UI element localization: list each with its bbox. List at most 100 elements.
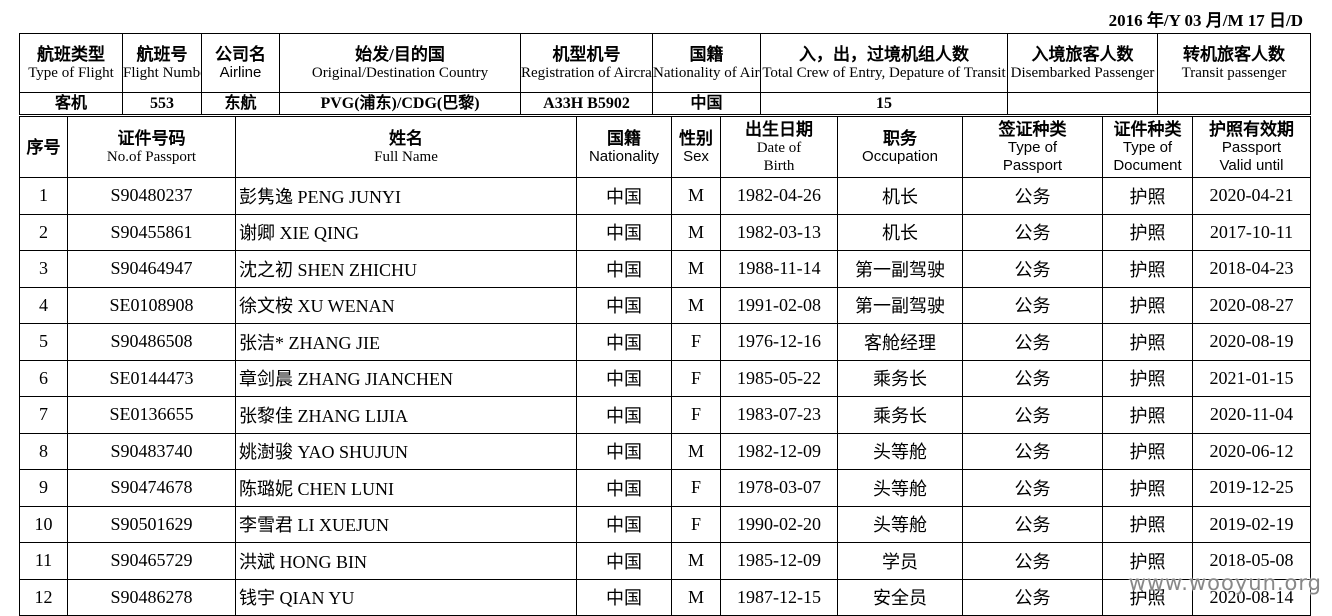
occupation-cell: 头等舱 [837,432,963,470]
document-type-cell: 护照 [1102,469,1193,507]
occupation-cell: 安全员 [837,578,963,616]
passport-number-cell: S90486278 [67,578,236,616]
visa-type-cell: 公务 [962,432,1103,470]
full-name-cell: 洪斌 HONG BIN [235,542,577,580]
full-name-cell: 张黎佳 ZHANG LIJIA [235,396,577,434]
passport-valid-cell: 2019-02-19 [1192,505,1311,543]
nationality-cell: 中国 [576,323,672,361]
document-type-cell: 护照 [1102,396,1193,434]
passport-number-cell: S90465729 [67,542,236,580]
airline-value: 东航 [201,92,280,115]
crew-rows: 1 S90480237 彭隽逸 PENG JUNYI 中国 M 1982-04-26 机长公… [19,177,1311,616]
full-name-cell: 李雪君 LI XUEJUN [235,505,577,543]
visa-type-cell: 公务 [962,505,1103,543]
passport-number-cell: SE0108908 [67,286,236,324]
occupation-cell: 头等舱 [837,505,963,543]
birth-date-cell: 1982-12-09 [720,432,838,470]
crew-row: 8 S90483740 姚澍骏 YAO SHUJUN 中国 M 1982-12-09 头等舱… [19,432,1311,470]
nationality-cell: 中国 [576,432,672,470]
index-cell: 12 [19,578,68,616]
nationality-cell: 中国 [576,469,672,507]
aircraft-nationality-header: 国籍Nationality of Aircraft [652,33,761,93]
index-cell: 1 [19,177,68,215]
disembarked-value [1007,92,1158,115]
flight-type-header: 航班类型 Type of Flight [19,33,123,93]
passport-valid-cell: 2017-10-11 [1192,213,1311,251]
aircraft-registration-value: A33H B5902 [520,92,653,115]
birth-date-cell: 1982-04-26 [720,177,838,215]
passport-valid-cell: 2018-04-23 [1192,250,1311,288]
index-cell: 9 [19,469,68,507]
crew-row: 7 SE0136655 张黎佳 ZHANG LIJIA 中国 F 1983-07-23 乘务… [19,396,1311,434]
nationality-cell: 中国 [576,578,672,616]
passport-number-cell: S90474678 [67,469,236,507]
passport-number-cell: S90501629 [67,505,236,543]
passport-valid-cell: 2020-08-19 [1192,323,1311,361]
occupation-cell: 第一副驾驶 [837,250,963,288]
index-cell: 11 [19,542,68,580]
crew-row: 9 S90474678 陈璐妮 CHEN LUNI 中国 F 1978-03-07 头等舱公… [19,469,1311,507]
watermark: www.wooyun.org [1128,571,1322,595]
index-cell: 5 [19,323,68,361]
nationality-cell: 中国 [576,542,672,580]
document-type-cell: 护照 [1102,359,1193,397]
sex-cell: F [671,469,721,507]
document-type-cell: 护照 [1102,213,1193,251]
nationality-cell: 中国 [576,505,672,543]
sex-cell: F [671,359,721,397]
visa-type-cell: 公务 [962,359,1103,397]
nationality-cell: 中国 [576,213,672,251]
occupation-cell: 机长 [837,213,963,251]
crew-row: 12 S90486278 钱宇 QIAN YU 中国 M 1987-12-15 安全员 公务护… [19,578,1311,616]
index-header: 序号 [19,116,68,178]
index-cell: 10 [19,505,68,543]
passport-valid-cell: 2020-08-27 [1192,286,1311,324]
birth-date-cell: 1976-12-16 [720,323,838,361]
birth-date-cell: 1985-12-09 [720,542,838,580]
birth-date-cell: 1987-12-15 [720,578,838,616]
passport-valid-cell: 2021-01-15 [1192,359,1311,397]
date-stamp: 2016 年/Y 03 月/M 17 日/D [1108,11,1303,30]
crew-row: 3 S90464947 沈之初 SHEN ZHICHU 中国 M 1988-11-14 第一… [19,250,1311,288]
crew-row: 10 S90501629 李雪君 LI XUEJUN 中国 F 1990-02-20 头等舱… [19,505,1311,543]
birth-date-header: 出生日期 Date of Birth [720,116,838,178]
disembarked-header: 入境旅客人数 Disembarked Passenger [1007,33,1158,93]
occupation-cell: 第一副驾驶 [837,286,963,324]
occupation-cell: 乘务长 [837,396,963,434]
nationality-header: 国籍 Nationality [576,116,672,178]
visa-type-cell: 公务 [962,323,1103,361]
birth-date-cell: 1991-02-08 [720,286,838,324]
document-type-header: 证件种类 Type of Document [1102,116,1193,178]
birth-date-cell: 1983-07-23 [720,396,838,434]
visa-type-cell: 公务 [962,177,1103,215]
flight-value-row: 客机 553 东航 PVG(浦东)/CDG(巴黎) A33H B5902 中国 … [19,92,1311,115]
crew-row: 11 S90465729 洪斌 HONG BIN 中国 M 1985-12-09 学员 公务护… [19,542,1311,580]
passport-valid-cell: 2019-12-25 [1192,469,1311,507]
sex-cell: M [671,213,721,251]
occupation-cell: 机长 [837,177,963,215]
index-cell: 4 [19,286,68,324]
birth-date-cell: 1985-05-22 [720,359,838,397]
occupation-header: 职务 Occupation [837,116,963,178]
aircraft-registration-header: 机型机号 Registration of Aircraft [520,33,653,93]
nationality-cell: 中国 [576,250,672,288]
document-type-cell: 护照 [1102,432,1193,470]
transit-header: 转机旅客人数 Transit passenger [1157,33,1311,93]
birth-date-cell: 1978-03-07 [720,469,838,507]
visa-type-cell: 公务 [962,542,1103,580]
full-name-header: 姓名 Full Name [235,116,577,178]
nationality-cell: 中国 [576,177,672,215]
flight-number-value: 553 [122,92,202,115]
birth-date-cell: 1988-11-14 [720,250,838,288]
index-cell: 2 [19,213,68,251]
occupation-cell: 头等舱 [837,469,963,507]
flight-header-row: 航班类型Type of Flight 航班号Flight Number 公司名A… [19,33,1311,93]
sex-cell: M [671,542,721,580]
aircraft-nationality-value: 中国 [652,92,761,115]
full-name-cell: 陈璐妮 CHEN LUNI [235,469,577,507]
full-name-cell: 姚澍骏 YAO SHUJUN [235,432,577,470]
sex-header: 性别 Sex [671,116,721,178]
flight-number-header: 航班号Flight Number [122,33,202,93]
passport-valid-cell: 2020-04-21 [1192,177,1311,215]
index-cell: 7 [19,396,68,434]
